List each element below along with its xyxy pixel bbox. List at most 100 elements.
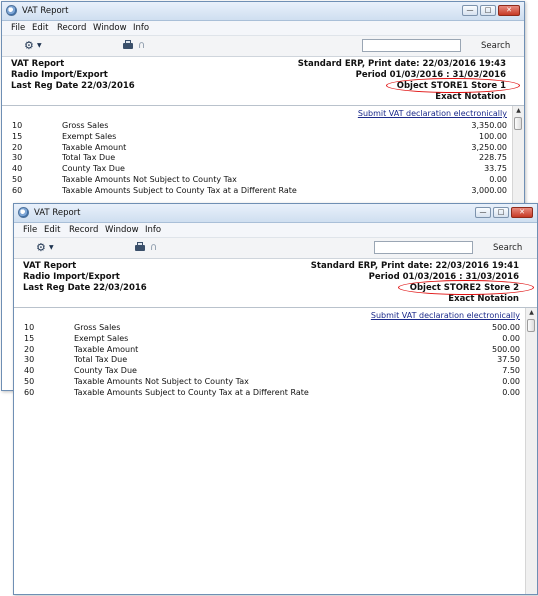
close-button[interactable]: ✕ (498, 5, 520, 16)
table-row: 40 County Tax Due 33.75 (2, 164, 512, 175)
last-reg-date: Last Reg Date 22/03/2016 (23, 283, 147, 293)
row-description: Total Tax Due (74, 355, 128, 365)
close-button[interactable]: ✕ (511, 207, 533, 218)
window-title: VAT Report (34, 208, 81, 218)
row-description: Taxable Amount (62, 142, 127, 152)
scroll-thumb[interactable] (514, 117, 522, 130)
maximize-button[interactable]: □ (493, 207, 509, 218)
row-code: 40 (24, 366, 35, 376)
row-amount: 3,250.00 (471, 142, 507, 152)
row-code: 50 (24, 376, 35, 386)
exact-notation: Exact Notation (448, 294, 519, 304)
gear-icon[interactable]: ⚙ (24, 40, 34, 52)
chevron-down-icon[interactable]: ▼ (49, 244, 54, 251)
search-input[interactable] (362, 39, 461, 52)
menu-bar: File Edit Record Window Info (14, 223, 537, 238)
company-print-date: Standard ERP, Print date: 22/03/2016 19:… (310, 261, 519, 271)
row-code: 30 (12, 153, 23, 163)
submit-vat-link[interactable]: Submit VAT declaration electronically (371, 311, 520, 320)
menu-file[interactable]: File (23, 225, 37, 235)
gear-icon[interactable]: ⚙ (36, 242, 46, 254)
row-description: Gross Sales (62, 121, 109, 130)
vat-report-window-store2: VAT Report — □ ✕ File Edit Record Window… (13, 203, 538, 595)
menu-record[interactable]: Record (57, 23, 86, 33)
toolbar: ⚙ ▼ ∩ Search (2, 36, 524, 57)
app-icon (18, 207, 29, 218)
menu-record[interactable]: Record (69, 225, 98, 235)
table-row: 50 Taxable Amounts Not Subject to County … (14, 377, 525, 388)
row-amount: 500.00 (492, 323, 520, 332)
row-code: 30 (24, 355, 35, 365)
menu-window[interactable]: Window (105, 225, 139, 235)
report-title: VAT Report (23, 261, 77, 271)
report-header: VAT Report Radio Import/Export Last Reg … (14, 259, 537, 308)
row-description: Taxable Amount (74, 344, 139, 354)
row-amount: 7.50 (502, 366, 520, 376)
maximize-icon: □ (484, 6, 492, 14)
menu-window[interactable]: Window (93, 23, 127, 33)
highlight-oval (386, 78, 520, 93)
report-rows: 10 Gross Sales 3,350.00 15 Exempt Sales 100.… (2, 121, 512, 197)
report-body: Submit VAT declaration electronically 10… (14, 308, 525, 594)
table-row: 10 Gross Sales 3,350.00 (2, 121, 512, 132)
row-amount: 33.75 (484, 164, 507, 174)
row-code: 60 (12, 185, 23, 195)
search-button[interactable]: Search (493, 243, 522, 253)
menu-edit[interactable]: Edit (44, 225, 60, 235)
table-row: 15 Exempt Sales 100.00 (2, 132, 512, 143)
menu-info[interactable]: Info (145, 225, 161, 235)
row-code: 10 (24, 323, 35, 332)
vertical-scrollbar[interactable]: ▲ (525, 308, 537, 594)
title-bar[interactable]: VAT Report — □ ✕ (14, 204, 537, 223)
exact-notation: Exact Notation (435, 92, 506, 102)
row-description: Taxable Amounts Not Subject to County Ta… (62, 174, 237, 184)
table-row: 40 County Tax Due 7.50 (14, 366, 525, 377)
report-header: VAT Report Radio Import/Export Last Reg … (2, 57, 524, 106)
row-amount: 0.00 (489, 174, 507, 184)
row-code: 15 (12, 131, 23, 141)
report-register: Radio Import/Export (23, 272, 120, 282)
paperclip-icon[interactable]: ∩ (150, 243, 157, 253)
scroll-up-icon[interactable]: ▲ (527, 309, 536, 317)
search-button[interactable]: Search (481, 41, 510, 51)
menu-file[interactable]: File (11, 23, 25, 33)
row-amount: 37.50 (497, 355, 520, 365)
window-title: VAT Report (22, 6, 69, 16)
menu-info[interactable]: Info (133, 23, 149, 33)
paperclip-icon[interactable]: ∩ (138, 41, 145, 51)
table-row: 20 Taxable Amount 500.00 (14, 345, 525, 356)
row-description: County Tax Due (62, 164, 125, 174)
maximize-button[interactable]: □ (480, 5, 496, 16)
report-register: Radio Import/Export (11, 70, 108, 80)
company-print-date: Standard ERP, Print date: 22/03/2016 19:… (297, 59, 506, 69)
minimize-button[interactable]: — (475, 207, 491, 218)
scroll-up-icon[interactable]: ▲ (514, 107, 523, 115)
row-description: County Tax Due (74, 366, 137, 376)
minimize-icon: — (466, 6, 474, 14)
row-description: Total Tax Due (62, 153, 116, 163)
table-row: 60 Taxable Amounts Subject to County Tax … (14, 388, 525, 399)
row-code: 10 (12, 121, 23, 130)
table-row: 30 Total Tax Due 37.50 (14, 355, 525, 366)
scroll-thumb[interactable] (527, 319, 535, 332)
last-reg-date: Last Reg Date 22/03/2016 (11, 81, 135, 91)
chevron-down-icon[interactable]: ▼ (37, 42, 42, 49)
row-code: 20 (24, 344, 35, 354)
printer-icon[interactable] (123, 40, 133, 49)
title-bar[interactable]: VAT Report — □ ✕ (2, 2, 524, 21)
row-code: 20 (12, 142, 23, 152)
row-code: 40 (12, 164, 23, 174)
minimize-button[interactable]: — (462, 5, 478, 16)
row-code: 50 (12, 174, 23, 184)
highlight-oval (398, 280, 534, 295)
menu-edit[interactable]: Edit (32, 23, 48, 33)
search-input[interactable] (374, 241, 473, 254)
row-amount: 3,350.00 (471, 121, 507, 130)
row-description: Taxable Amounts Subject to County Tax at… (62, 185, 297, 195)
row-amount: 100.00 (479, 131, 507, 141)
submit-vat-link[interactable]: Submit VAT declaration electronically (358, 109, 507, 118)
row-code: 60 (24, 387, 35, 397)
table-row: 15 Exempt Sales 0.00 (14, 334, 525, 345)
printer-icon[interactable] (135, 242, 145, 251)
row-amount: 228.75 (479, 153, 507, 163)
